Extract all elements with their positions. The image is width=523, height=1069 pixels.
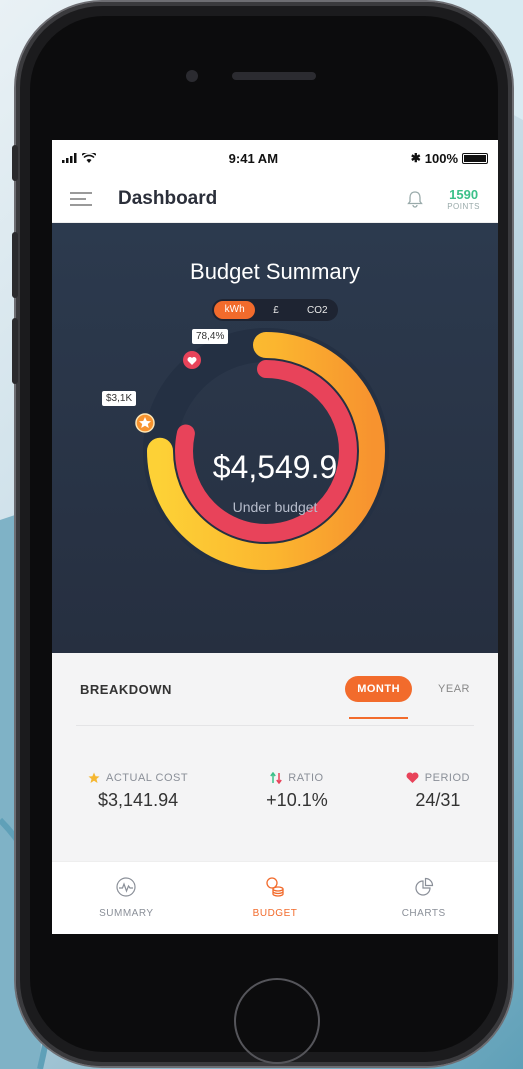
tab-label: SUMMARY	[99, 908, 154, 919]
star-marker-icon	[135, 413, 155, 433]
signal-icon	[62, 153, 77, 163]
points-badge[interactable]: 1590 POINTS	[447, 188, 480, 211]
points-label: POINTS	[447, 201, 480, 211]
tab-year[interactable]: YEAR	[438, 683, 470, 695]
volume-down-button	[12, 318, 18, 384]
tab-charts[interactable]: CHARTS	[349, 862, 498, 934]
metrics-row: ACTUAL COST $3,141.94 RATIO +10.1% PERIO…	[52, 726, 498, 811]
breakdown-title: BREAKDOWN	[80, 681, 172, 697]
metric-label: ACTUAL COST	[106, 772, 189, 784]
tab-summary[interactable]: SUMMARY	[52, 862, 201, 934]
earpiece-speaker	[232, 72, 316, 80]
inner-ring-tag: 78,4%	[192, 329, 229, 344]
front-camera	[186, 70, 198, 82]
metric-period: PERIOD 24/31	[406, 772, 470, 811]
metric-actual-cost: ACTUAL COST $3,141.94	[88, 772, 188, 811]
status-bar: 9:41 AM ✱ 100%	[52, 140, 498, 176]
coins-icon	[266, 877, 284, 897]
heart-icon	[406, 772, 419, 783]
app-header: Dashboard 1590 POINTS	[52, 176, 498, 223]
budget-donut-chart	[135, 328, 389, 574]
center-value: $4,549.9	[212, 449, 338, 485]
metric-value: $3,141.94	[98, 790, 179, 810]
tab-label: CHARTS	[401, 908, 446, 919]
outer-ring-tag: $3,1K	[102, 391, 137, 406]
hamburger-menu-icon[interactable]	[70, 192, 92, 206]
tab-month[interactable]: MONTH	[345, 676, 413, 719]
metric-ratio: RATIO +10.1%	[266, 772, 328, 811]
metric-label: RATIO	[288, 772, 324, 784]
up-down-arrows-icon	[270, 772, 283, 784]
volume-up-button	[12, 232, 18, 298]
app-screen: 9:41 AM ✱ 100% Dashboard 1590 POINTS Bud…	[52, 140, 498, 934]
tab-label: BUDGET	[252, 908, 298, 919]
status-time: 9:41 AM	[228, 150, 279, 166]
metric-label: PERIOD	[424, 772, 470, 784]
heart-marker-icon	[183, 351, 201, 369]
page-title: Dashboard	[118, 188, 218, 209]
center-label: Under budget	[232, 499, 318, 515]
points-value: 1590	[449, 186, 479, 202]
breakdown-header: BREAKDOWN MONTH YEAR	[76, 653, 474, 726]
star-icon	[88, 772, 100, 783]
mute-switch	[12, 145, 18, 181]
bluetooth-icon: ✱	[410, 151, 421, 165]
budget-summary-panel: Budget Summary kWh £ CO2 78,4% $3,1K $4,…	[52, 223, 498, 653]
pie-chart-icon	[415, 877, 433, 896]
bell-icon[interactable]	[405, 189, 425, 209]
breakdown-section: BREAKDOWN MONTH YEAR ACTUAL COST $3,141.…	[52, 653, 498, 867]
bottom-tab-bar: SUMMARY BUDGET CHARTS	[52, 861, 498, 934]
metric-value: 24/31	[415, 790, 461, 810]
pulse-icon	[116, 877, 136, 897]
tab-budget[interactable]: BUDGET	[201, 862, 350, 934]
wifi-icon	[82, 152, 96, 163]
home-button[interactable]	[234, 978, 320, 1064]
battery-icon	[462, 152, 488, 164]
metric-value: +10.1%	[266, 790, 328, 810]
battery-percent: 100%	[424, 150, 458, 166]
